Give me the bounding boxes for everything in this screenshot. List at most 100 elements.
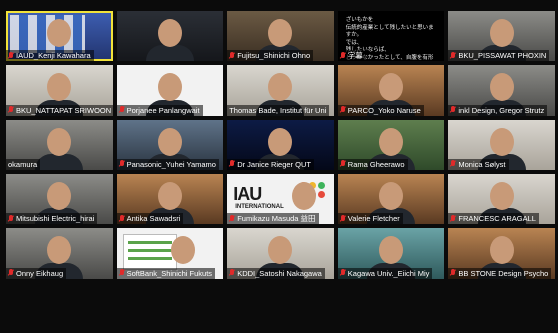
participant-tile[interactable]: BB STONE Design Psycho — [448, 228, 555, 279]
participant-name: BB STONE Design Psycho — [458, 268, 549, 278]
participant-name: 字幕 — [347, 51, 363, 61]
participant-name: IAUD_Kenji Kawahara — [16, 51, 91, 61]
participant-tile[interactable]: inkl Design, Gregor Strutz — [448, 65, 555, 116]
participant-name: Thomas Bade, Institut für Uni — [229, 105, 327, 115]
muted-mic-icon — [229, 269, 235, 277]
participant-video-face — [291, 182, 316, 211]
participant-video-face — [379, 73, 404, 102]
participant-video-face — [157, 73, 182, 102]
participant-tile[interactable]: Porjanee Panlangwait — [116, 65, 224, 116]
muted-mic-icon — [119, 269, 125, 277]
participant-tile[interactable]: KDDI_Satoshi Nakagawa — [227, 228, 334, 279]
participant-name: KDDI_Satoshi Nakagawa — [237, 268, 322, 278]
participant-name-label: 字幕 — [337, 50, 366, 62]
muted-mic-icon — [450, 106, 456, 114]
muted-mic-icon — [8, 269, 14, 277]
participant-name-label: BKU_NATTAPAT SRIWOON — [6, 104, 113, 116]
participant-name-label: Onny Eikhaug — [6, 267, 67, 279]
participant-name: Monica Sølyst — [458, 159, 506, 169]
participant-video-face — [489, 182, 514, 211]
muted-mic-icon — [8, 51, 14, 60]
participant-name-label: SoftBank_Shinichi Fukuts — [116, 267, 216, 279]
participant-name: Valerie Fletcher — [347, 214, 400, 224]
participant-name-label: Monica Sølyst — [448, 158, 509, 170]
participant-name: Onny Eikhaug — [16, 268, 64, 278]
participant-tile[interactable]: Fujitsu_Shinichi Ohno — [227, 11, 334, 62]
participant-video-face — [489, 127, 514, 156]
participant-tile[interactable]: IAUD_Kenji Kawahara — [6, 11, 113, 62]
muted-mic-icon — [340, 51, 346, 60]
participant-tile[interactable]: Mitsubishi Electric_hirai — [6, 173, 113, 225]
participant-tile[interactable]: Dr Janice Rieger QUT — [227, 119, 334, 170]
participant-name: inkl Design, Gregor Strutz — [458, 105, 545, 115]
muted-mic-icon — [229, 214, 235, 223]
participant-name-label: Rama Gheerawo — [337, 158, 408, 170]
participant-video-face — [47, 127, 72, 156]
muted-mic-icon — [8, 214, 14, 223]
muted-mic-icon — [450, 51, 456, 60]
participant-name-label: Valerie Fletcher — [337, 213, 403, 225]
participant-name: Panasonic_Yuhei Yamamo — [126, 159, 216, 169]
participant-name-label: BKU_PISSAWAT PHOXIN — [448, 50, 550, 62]
muted-mic-icon — [8, 106, 14, 114]
participant-name: Antika Sawadsri — [126, 214, 181, 224]
participant-name-label: Thomas Bade, Institut für Uni — [227, 104, 330, 116]
iau-logo: IAU — [233, 183, 262, 204]
participant-video-face — [157, 127, 182, 156]
participant-tile[interactable] — [116, 11, 224, 62]
participant-tile[interactable]: Kagawa Univ._Eiichi Miy — [337, 228, 445, 279]
participant-tile[interactable]: SoftBank_Shinichi Fukuts — [116, 228, 224, 279]
participant-tile[interactable]: PARCO_Yoko Naruse — [337, 65, 445, 116]
muted-mic-icon — [340, 160, 346, 168]
participant-name: Fujitsu_Shinichi Ohno — [237, 51, 311, 61]
participant-name: Mitsubishi Electric_hirai — [16, 214, 95, 224]
participant-name: okamura — [8, 159, 38, 169]
participant-video-face — [379, 236, 404, 265]
participant-tile[interactable]: Thomas Bade, Institut für Uni — [227, 65, 334, 116]
participant-name-label: IAUD_Kenji Kawahara — [6, 50, 94, 62]
participant-name: SoftBank_Shinichi Fukuts — [126, 268, 213, 278]
participant-video-face — [157, 19, 182, 48]
participant-tile[interactable]: IAU INTERNATIONAL Fumikazu Masuda 益田 — [227, 173, 334, 225]
participant-name: FRANCESC ARAGALL — [458, 214, 536, 224]
participant-tile[interactable]: Antika Sawadsri — [116, 173, 224, 225]
participant-name-label: Fumikazu Masuda 益田 — [227, 213, 319, 225]
participant-tile[interactable]: Panasonic_Yuhei Yamamo — [116, 119, 224, 170]
participant-tile[interactable]: FRANCESC ARAGALL — [448, 173, 555, 225]
participant-tile[interactable]: okamura — [6, 119, 113, 170]
participant-tile[interactable]: BKU_PISSAWAT PHOXIN — [448, 11, 555, 62]
participant-tile[interactable]: Onny Eikhaug — [6, 228, 113, 279]
participant-tile[interactable]: Monica Sølyst — [448, 119, 555, 170]
muted-mic-icon — [229, 51, 235, 60]
participant-name: Kagawa Univ._Eiichi Miy — [347, 268, 430, 278]
participant-video-face — [379, 182, 404, 211]
participant-video-face — [47, 73, 72, 102]
participant-name-label: Fujitsu_Shinichi Ohno — [227, 50, 314, 62]
participant-video-face — [157, 182, 182, 211]
participant-video-face — [268, 73, 293, 102]
muted-mic-icon — [450, 214, 456, 223]
participant-name-label: Dr Janice Rieger QUT — [227, 158, 314, 170]
participant-name-label: Mitsubishi Electric_hirai — [6, 213, 98, 225]
participant-name-label: Porjanee Panlangwait — [116, 104, 203, 116]
participant-tile[interactable]: ざいもかを 伝統的産業として残したいと思いますか。 では、 残したいならば、 ど… — [337, 11, 445, 62]
participant-tile[interactable]: BKU_NATTAPAT SRIWOON — [6, 65, 113, 116]
participant-name-label: Panasonic_Yuhei Yamamo — [116, 158, 219, 170]
participant-video-face — [379, 127, 404, 156]
participant-video-face — [170, 236, 195, 265]
participant-video-body — [35, 153, 84, 170]
participant-name-label: Antika Sawadsri — [116, 213, 184, 225]
participant-name: PARCO_Yoko Naruse — [347, 105, 421, 115]
participant-tile[interactable]: Rama Gheerawo — [337, 119, 445, 170]
participant-grid: IAUD_Kenji Kawahara Fujitsu_Shinichi Ohno… — [6, 11, 555, 333]
participant-tile[interactable]: Valerie Fletcher — [337, 173, 445, 225]
muted-mic-icon — [340, 269, 346, 277]
participant-name: Fumikazu Masuda 益田 — [237, 214, 316, 224]
muted-mic-icon — [119, 214, 125, 223]
participant-name-label: PARCO_Yoko Naruse — [337, 104, 424, 116]
participant-video-face — [489, 19, 514, 48]
participant-name: BKU_NATTAPAT SRIWOON — [16, 105, 112, 115]
participant-name-label: Kagawa Univ._Eiichi Miy — [337, 267, 433, 279]
participant-video-face — [489, 236, 514, 265]
muted-mic-icon — [340, 214, 346, 223]
